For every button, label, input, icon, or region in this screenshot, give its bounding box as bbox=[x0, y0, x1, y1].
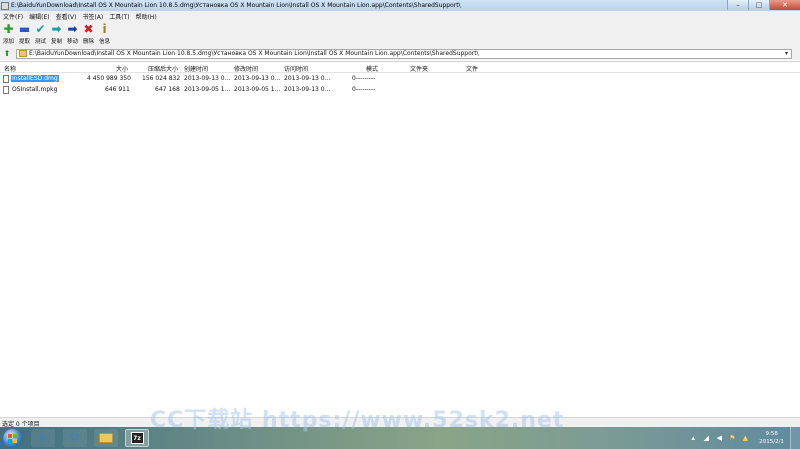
info-button[interactable]: i 信息 bbox=[97, 21, 112, 47]
menu-bookmarks[interactable]: 书签(A) bbox=[82, 12, 103, 21]
qq-icon: ☺ bbox=[70, 433, 80, 443]
menu-help[interactable]: 帮助(H) bbox=[136, 12, 157, 21]
ie-icon: ℯ bbox=[40, 433, 46, 443]
show-desktop-button[interactable] bbox=[790, 427, 800, 449]
menu-tools[interactable]: 工具(T) bbox=[109, 12, 129, 21]
col-folders[interactable]: 文件夹 bbox=[410, 64, 428, 73]
info-icon: i bbox=[102, 22, 107, 36]
windows-logo-icon bbox=[8, 434, 17, 443]
file-size: 4 450 989 350 bbox=[87, 75, 131, 82]
menu-bar: 文件(F) 编辑(E) 查看(V) 书签(A) 工具(T) 帮助(H) bbox=[0, 11, 800, 21]
folder-icon bbox=[19, 50, 27, 57]
watermark: CC下载站 https://www.52sk2.net bbox=[150, 408, 565, 433]
maximize-button[interactable]: □ bbox=[748, 0, 769, 10]
taskbar-7zip[interactable]: 7z bbox=[125, 429, 149, 447]
add-icon: ✚ bbox=[3, 22, 14, 36]
file-icon bbox=[3, 86, 9, 94]
test-icon: ✔ bbox=[35, 22, 46, 36]
test-label: 测试 bbox=[34, 39, 46, 45]
minimize-button[interactable]: – bbox=[727, 0, 748, 10]
col-created[interactable]: 创建时间 bbox=[184, 64, 208, 73]
move-label: 移动 bbox=[66, 39, 78, 45]
path-input[interactable]: E:\BaiduYunDownload\Install OS X Mountai… bbox=[16, 48, 792, 59]
delete-icon: ✖ bbox=[83, 22, 94, 36]
table-row[interactable]: InstallESD.dmg 4 450 989 350 156 024 832… bbox=[0, 74, 800, 84]
taskbar-ie[interactable]: ℯ bbox=[31, 429, 55, 447]
info-label: 信息 bbox=[98, 39, 110, 45]
clock-time: 9:58 bbox=[765, 431, 778, 437]
menu-edit[interactable]: 编辑(E) bbox=[29, 12, 49, 21]
clock-date: 2015/2/1 bbox=[759, 439, 784, 445]
add-button[interactable]: ✚ 添加 bbox=[1, 21, 16, 47]
copy-icon: ➡ bbox=[51, 22, 62, 36]
copy-button[interactable]: ➡ 复制 bbox=[49, 21, 64, 47]
start-button[interactable] bbox=[3, 429, 22, 448]
file-list[interactable]: 名称 大小 压缩后大小 创建时间 修改时间 访问时间 模式 文件夹 文件 Ins… bbox=[0, 61, 800, 418]
col-mode[interactable]: 模式 bbox=[366, 64, 378, 73]
7zip-icon: 7z bbox=[130, 432, 144, 444]
copy-label: 复制 bbox=[50, 39, 62, 45]
address-bar: ⬆ E:\BaiduYunDownload\Install OS X Mount… bbox=[0, 47, 800, 60]
file-accessed: 2013-09-13 0... bbox=[284, 75, 331, 82]
close-button[interactable]: ✕ bbox=[769, 0, 800, 10]
network-icon[interactable]: ◢ bbox=[701, 433, 711, 443]
toolbar: ✚ 添加 ▬ 提取 ✔ 测试 ➡ 复制 ➡ 移动 ✖ 删除 i 信息 bbox=[0, 21, 800, 47]
file-mode: 0--------- bbox=[352, 75, 376, 82]
file-modified: 2013-09-13 0... bbox=[234, 75, 281, 82]
file-created: 2013-09-13 0... bbox=[184, 75, 231, 82]
file-packed: 647 168 bbox=[155, 86, 180, 93]
move-icon: ➡ bbox=[67, 22, 78, 36]
up-arrow-icon: ⬆ bbox=[3, 49, 11, 58]
col-packed[interactable]: 压缩后大小 bbox=[148, 64, 178, 73]
extract-icon: ▬ bbox=[18, 22, 31, 36]
window-controls: – □ ✕ bbox=[727, 0, 800, 11]
delete-label: 删除 bbox=[82, 39, 94, 45]
move-button[interactable]: ➡ 移动 bbox=[65, 21, 80, 47]
test-button[interactable]: ✔ 测试 bbox=[33, 21, 48, 47]
path-dropdown-button[interactable]: ▾ bbox=[782, 50, 791, 58]
file-packed: 156 024 832 bbox=[142, 75, 181, 82]
add-label: 添加 bbox=[2, 39, 14, 45]
flag-icon[interactable]: ⚑ bbox=[727, 433, 737, 443]
col-accessed[interactable]: 访问时间 bbox=[284, 64, 308, 73]
app-icon bbox=[1, 1, 9, 10]
file-size: 646 911 bbox=[105, 86, 130, 93]
extract-button[interactable]: ▬ 提取 bbox=[17, 21, 32, 47]
taskbar-explorer[interactable] bbox=[94, 429, 118, 447]
up-folder-button[interactable]: ⬆ bbox=[2, 49, 12, 59]
extract-label: 提取 bbox=[18, 39, 30, 45]
file-modified: 2013-09-05 1... bbox=[234, 86, 281, 93]
file-name: InstallESD.dmg bbox=[11, 75, 59, 82]
column-header: 名称 大小 压缩后大小 创建时间 修改时间 访问时间 模式 文件夹 文件 bbox=[0, 62, 800, 73]
system-tray: ▴ ◢ ◀ ⚑ ▲ 9:58 2015/2/1 bbox=[688, 427, 800, 449]
col-modified[interactable]: 修改时间 bbox=[234, 64, 258, 73]
file-created: 2013-09-05 1... bbox=[184, 86, 231, 93]
folder-icon bbox=[99, 433, 113, 443]
col-name[interactable]: 名称 bbox=[4, 64, 16, 73]
taskbar-qq[interactable]: ☺ bbox=[63, 429, 87, 447]
menu-file[interactable]: 文件(F) bbox=[3, 12, 23, 21]
chevron-down-icon: ▾ bbox=[784, 50, 788, 57]
col-size[interactable]: 大小 bbox=[116, 64, 128, 73]
col-files[interactable]: 文件 bbox=[466, 64, 478, 73]
window-title: E:\BaiduYunDownload\Install OS X Mountai… bbox=[11, 2, 461, 9]
clock[interactable]: 9:58 2015/2/1 bbox=[759, 430, 784, 446]
path-text: E:\BaiduYunDownload\Install OS X Mountai… bbox=[29, 50, 479, 57]
table-row[interactable]: OSInstall.mpkg 646 911 647 168 2013-09-0… bbox=[0, 85, 800, 95]
delete-button[interactable]: ✖ 删除 bbox=[81, 21, 96, 47]
file-accessed: 2013-09-13 0... bbox=[284, 86, 331, 93]
show-hidden-icons-icon[interactable]: ▴ bbox=[688, 433, 698, 443]
file-name: OSInstall.mpkg bbox=[12, 86, 58, 93]
title-bar: E:\BaiduYunDownload\Install OS X Mountai… bbox=[0, 0, 800, 11]
volume-icon[interactable]: ◀ bbox=[714, 433, 724, 443]
menu-view[interactable]: 查看(V) bbox=[56, 12, 77, 21]
tray-app-icon[interactable]: ▲ bbox=[740, 433, 750, 443]
file-mode: 0--------- bbox=[352, 86, 376, 93]
file-icon bbox=[3, 75, 9, 83]
